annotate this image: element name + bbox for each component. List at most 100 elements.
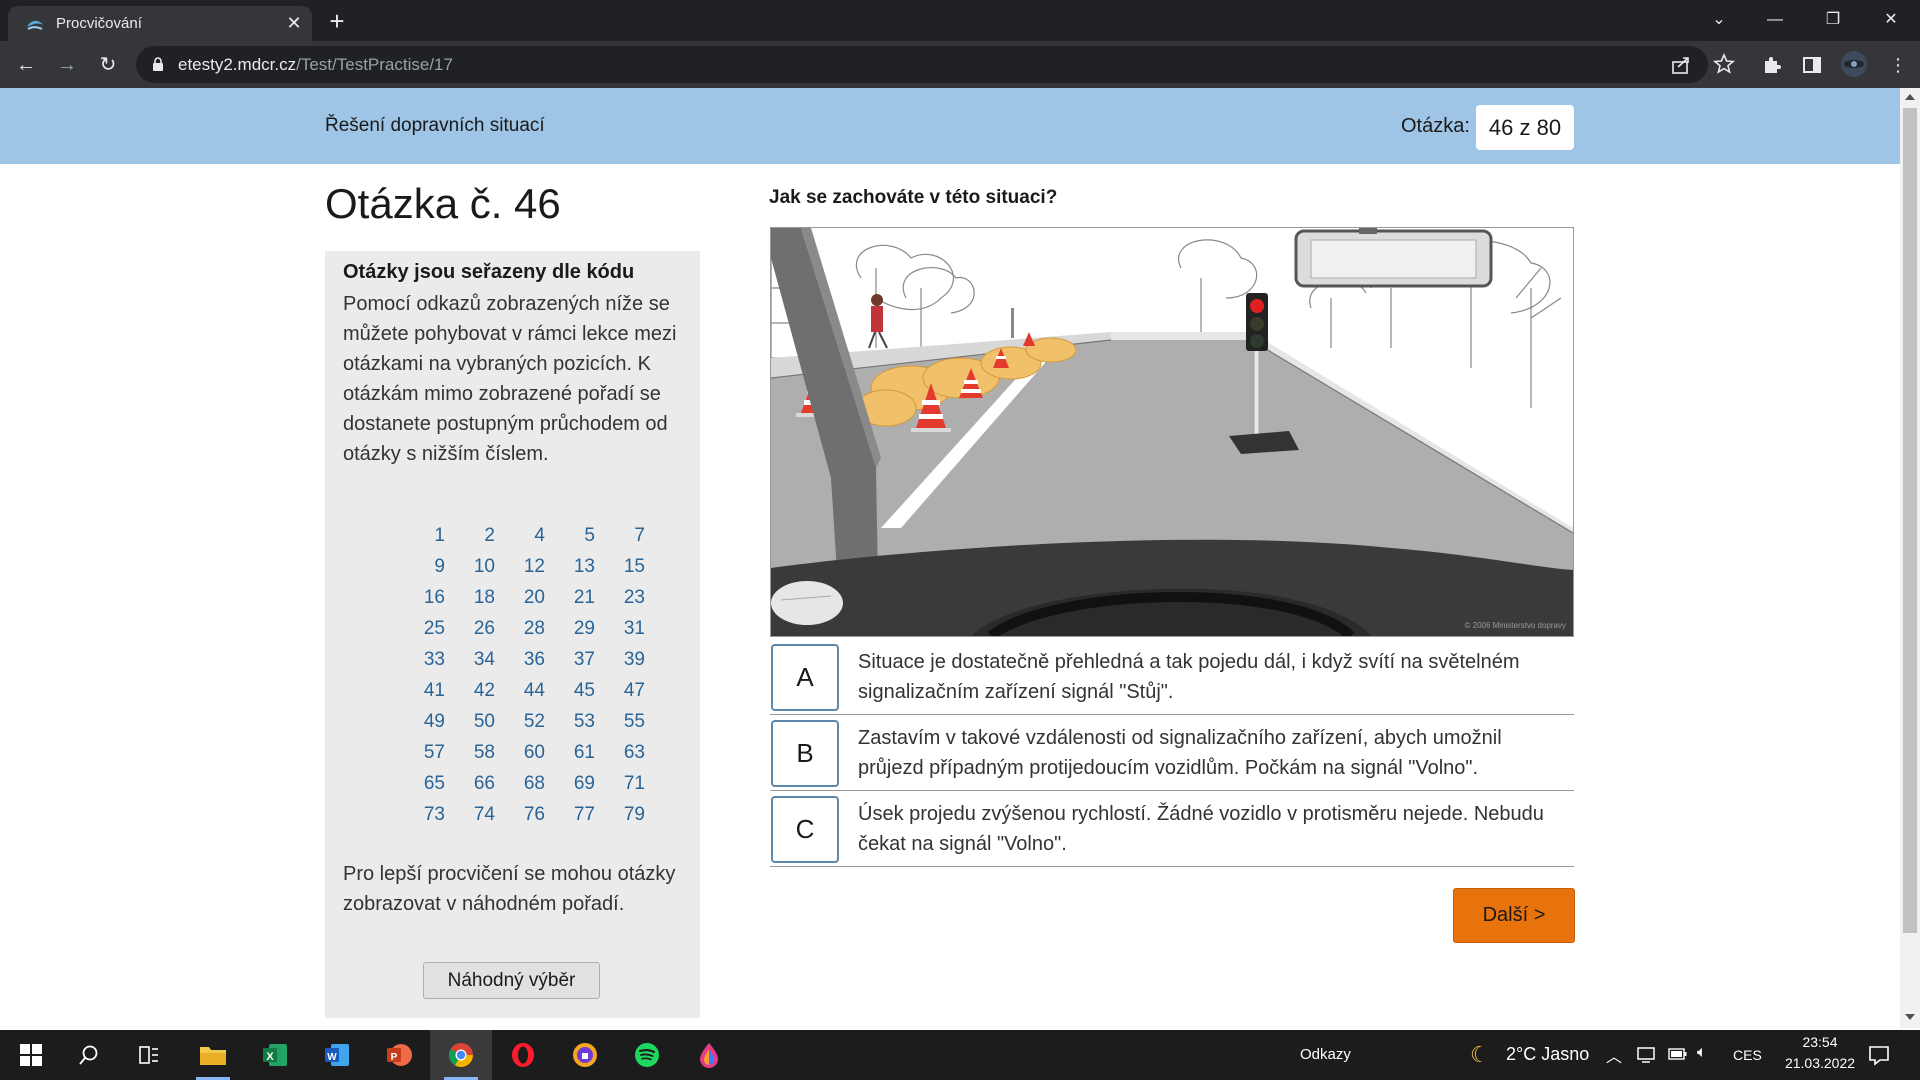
taskbar-word[interactable]: W (306, 1030, 368, 1080)
question-link[interactable]: 5 (545, 525, 595, 556)
question-link[interactable]: 25 (395, 618, 445, 649)
question-link[interactable]: 57 (395, 742, 445, 773)
answer-letter[interactable]: C (771, 796, 839, 863)
forward-arrow-icon[interactable]: → (53, 51, 81, 79)
taskbar-file-explorer[interactable] (182, 1030, 244, 1080)
question-link[interactable]: 69 (545, 773, 595, 804)
taskbar-paint-app[interactable] (678, 1030, 740, 1080)
question-link[interactable]: 39 (595, 649, 645, 680)
page-scrollbar[interactable] (1900, 88, 1920, 1028)
bookmark-star-icon[interactable] (1712, 52, 1736, 76)
network-icon[interactable] (1636, 1045, 1658, 1065)
question-link[interactable]: 53 (545, 711, 595, 742)
question-link[interactable]: 7 (595, 525, 645, 556)
back-arrow-icon[interactable]: ← (12, 51, 40, 79)
weather-widget[interactable]: 2°C Jasno (1506, 1044, 1589, 1065)
question-link[interactable]: 73 (395, 804, 445, 835)
scroll-thumb[interactable] (1903, 108, 1917, 933)
taskbar-powerpoint[interactable]: P (368, 1030, 430, 1080)
taskbar-links-toolbar[interactable]: Odkazy (1300, 1046, 1351, 1063)
moon-weather-icon[interactable]: ☾ (1470, 1042, 1490, 1068)
taskbar-spotify[interactable] (616, 1030, 678, 1080)
taskbar-opera[interactable] (492, 1030, 554, 1080)
question-link[interactable]: 71 (595, 773, 645, 804)
question-link[interactable]: 41 (395, 680, 445, 711)
question-link[interactable]: 49 (395, 711, 445, 742)
question-link[interactable]: 20 (495, 587, 545, 618)
start-button[interactable] (0, 1030, 62, 1080)
extensions-puzzle-icon[interactable] (1760, 53, 1784, 77)
question-link[interactable]: 26 (445, 618, 495, 649)
question-link[interactable]: 42 (445, 680, 495, 711)
question-link[interactable]: 55 (595, 711, 645, 742)
question-link[interactable]: 68 (495, 773, 545, 804)
question-link[interactable]: 36 (495, 649, 545, 680)
address-bar[interactable]: etesty2.mdcr.cz/Test/TestPractise/17 (136, 46, 1708, 83)
question-link[interactable]: 23 (595, 587, 645, 618)
taskbar-search-button[interactable] (58, 1030, 120, 1080)
question-link[interactable]: 13 (545, 556, 595, 587)
notifications-icon[interactable] (1868, 1044, 1890, 1066)
question-link[interactable]: 28 (495, 618, 545, 649)
question-link[interactable]: 33 (395, 649, 445, 680)
question-link[interactable]: 15 (595, 556, 645, 587)
browser-menu-icon[interactable]: ⋮ (1884, 51, 1912, 79)
question-link[interactable]: 12 (495, 556, 545, 587)
language-indicator[interactable]: CES (1733, 1047, 1762, 1063)
question-link[interactable]: 31 (595, 618, 645, 649)
question-link[interactable]: 63 (595, 742, 645, 773)
tab-search-chevron-icon[interactable]: ⌄ (1696, 4, 1742, 36)
reload-icon[interactable]: ↻ (94, 51, 122, 79)
next-button[interactable]: Další > (1453, 888, 1575, 943)
answer-letter[interactable]: A (771, 644, 839, 711)
question-link[interactable]: 10 (445, 556, 495, 587)
browser-tab[interactable]: Procvičování ✕ (8, 6, 312, 41)
question-link[interactable]: 2 (445, 525, 495, 556)
restore-icon[interactable]: ❐ (1810, 4, 1856, 36)
question-link[interactable]: 66 (445, 773, 495, 804)
question-link[interactable]: 1 (395, 525, 445, 556)
question-link[interactable]: 37 (545, 649, 595, 680)
question-link[interactable]: 52 (495, 711, 545, 742)
question-link[interactable]: 4 (495, 525, 545, 556)
answer-option-b[interactable]: B Zastavím v takové vzdálenosti od signa… (770, 717, 1574, 791)
answer-option-a[interactable]: A Situace je dostatečně přehledná a tak … (770, 641, 1574, 715)
scroll-down-icon[interactable] (1905, 1014, 1915, 1020)
question-link[interactable]: 77 (545, 804, 595, 835)
question-link[interactable]: 45 (545, 680, 595, 711)
profile-avatar-icon[interactable] (1840, 50, 1868, 78)
close-window-icon[interactable]: ✕ (1868, 4, 1914, 36)
question-link[interactable]: 16 (395, 587, 445, 618)
question-link[interactable]: 47 (595, 680, 645, 711)
question-link[interactable]: 50 (445, 711, 495, 742)
tray-overflow-chevron-icon[interactable]: ︿ (1606, 1043, 1622, 1067)
question-link[interactable]: 29 (545, 618, 595, 649)
task-view-button[interactable] (118, 1030, 180, 1080)
random-selection-button[interactable]: Náhodný výběr (423, 962, 600, 999)
question-link[interactable]: 76 (495, 804, 545, 835)
question-link[interactable]: 9 (395, 556, 445, 587)
taskbar-chrome[interactable] (430, 1030, 492, 1080)
minimize-icon[interactable]: — (1752, 4, 1798, 36)
taskbar-excel[interactable]: X (244, 1030, 306, 1080)
tab-close-icon[interactable]: ✕ (284, 13, 304, 33)
question-link[interactable]: 58 (445, 742, 495, 773)
answer-letter[interactable]: B (771, 720, 839, 787)
answer-option-c[interactable]: C Úsek projedu zvýšenou rychlostí. Žádné… (770, 793, 1574, 867)
question-link[interactable]: 34 (445, 649, 495, 680)
taskbar-vpn-app[interactable] (554, 1030, 616, 1080)
volume-icon[interactable]: 🔈︎ (1697, 1044, 1707, 1062)
side-panel-icon[interactable] (1800, 53, 1824, 77)
question-link[interactable]: 74 (445, 804, 495, 835)
question-link[interactable]: 18 (445, 587, 495, 618)
question-link[interactable]: 44 (495, 680, 545, 711)
new-tab-icon[interactable]: + (324, 8, 350, 34)
question-link[interactable]: 21 (545, 587, 595, 618)
question-link[interactable]: 65 (395, 773, 445, 804)
share-icon[interactable] (1670, 54, 1692, 76)
scroll-up-icon[interactable] (1905, 94, 1915, 100)
question-link[interactable]: 79 (595, 804, 645, 835)
battery-icon[interactable] (1668, 1047, 1688, 1061)
question-link[interactable]: 61 (545, 742, 595, 773)
question-link[interactable]: 60 (495, 742, 545, 773)
